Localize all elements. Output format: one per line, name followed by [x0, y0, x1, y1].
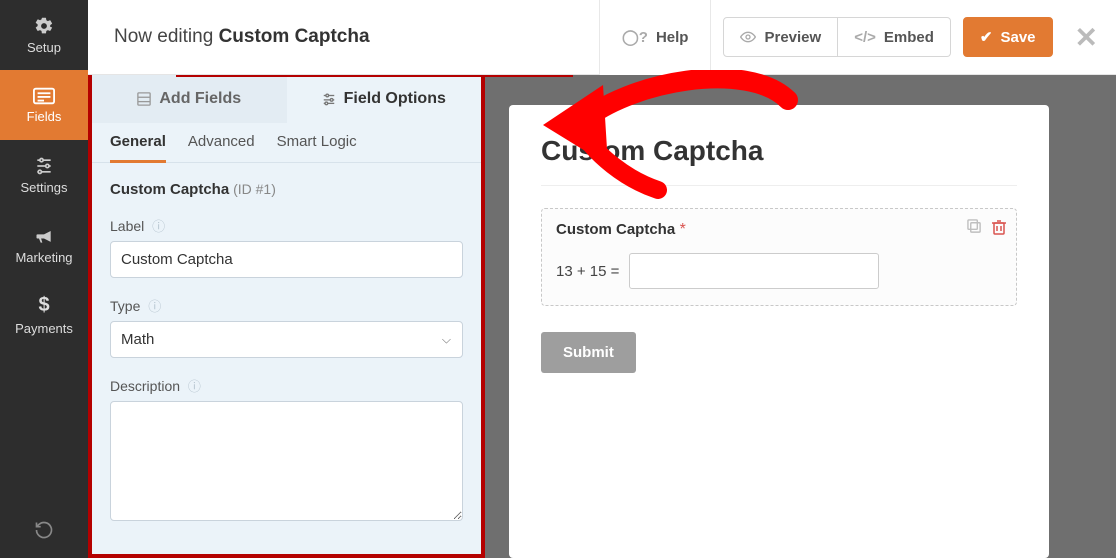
- form-name: Custom Captcha: [219, 26, 370, 47]
- nav-settings[interactable]: Settings: [0, 140, 88, 210]
- subtab-smart-logic[interactable]: Smart Logic: [277, 133, 357, 162]
- form-preview: Custom Captcha Custom Captcha: [509, 105, 1049, 558]
- gear-icon: [34, 16, 54, 36]
- left-nav: Setup Fields Settings Marketing $ Paymen…: [0, 0, 88, 558]
- nav-label: Fields: [27, 109, 62, 124]
- math-row: 13 + 15 =: [556, 253, 1002, 289]
- caption-text: Description: [110, 378, 180, 394]
- field-title-row: Custom Captcha *: [556, 221, 1002, 239]
- history-button[interactable]: [0, 502, 88, 558]
- caption-text: Label: [110, 218, 144, 234]
- type-row: Type ⓘ Math ⌵: [110, 296, 463, 358]
- preview-embed-group: Preview </> Embed: [723, 17, 950, 57]
- help-tooltip-icon[interactable]: ⓘ: [152, 219, 165, 234]
- embed-button[interactable]: </> Embed: [838, 17, 951, 57]
- button-label: Help: [656, 29, 689, 46]
- save-button[interactable]: ✔ Save: [963, 17, 1053, 57]
- nav-label: Settings: [21, 180, 68, 195]
- nav-fields[interactable]: Fields: [0, 70, 88, 140]
- preview-button[interactable]: Preview: [723, 17, 838, 57]
- description-row: Description ⓘ: [110, 376, 463, 524]
- eye-icon: [740, 31, 756, 43]
- button-label: Preview: [764, 29, 821, 46]
- type-caption: Type ⓘ: [110, 296, 463, 315]
- help-tooltip-icon[interactable]: ⓘ: [148, 299, 161, 314]
- sub-tabs: General Advanced Smart Logic: [92, 123, 481, 163]
- nav-label: Setup: [27, 40, 61, 55]
- field-options-panel: Add Fields Field Options General Advance…: [88, 75, 485, 558]
- math-answer-input[interactable]: [629, 253, 879, 289]
- sliders-icon: [322, 92, 336, 106]
- nav-payments[interactable]: $ Payments: [0, 280, 88, 350]
- grid-icon: [137, 92, 151, 106]
- subtab-general[interactable]: General: [110, 133, 166, 163]
- field-id: (ID #1): [233, 181, 276, 197]
- tab-label: Field Options: [344, 90, 446, 108]
- top-bar: Now editing Custom Captcha ◯? Help Previ…: [88, 0, 1116, 75]
- trash-icon[interactable]: [992, 219, 1006, 235]
- duplicate-icon[interactable]: [967, 219, 982, 235]
- label-input[interactable]: [110, 241, 463, 278]
- captcha-field-block[interactable]: Custom Captcha * 13 + 15 =: [541, 208, 1017, 306]
- label-caption: Label ⓘ: [110, 216, 463, 235]
- title-prefix: Now editing: [114, 26, 213, 47]
- code-icon: </>: [854, 29, 876, 46]
- label-row: Label ⓘ: [110, 216, 463, 278]
- tab-label: Add Fields: [159, 90, 241, 108]
- field-title: Custom Captcha: [556, 221, 675, 238]
- history-icon: [34, 520, 54, 540]
- help-tooltip-icon[interactable]: ⓘ: [188, 379, 201, 394]
- nav-bottom: [0, 502, 88, 558]
- panel-tabs: Add Fields Field Options: [92, 75, 481, 123]
- submit-button[interactable]: Submit: [541, 332, 636, 373]
- field-name: Custom Captcha: [110, 181, 229, 198]
- field-actions: [967, 219, 1006, 235]
- help-button[interactable]: ◯? Help: [599, 0, 711, 75]
- type-select[interactable]: Math: [110, 321, 463, 358]
- question-icon: ◯?: [622, 28, 648, 46]
- nav-label: Marketing: [15, 250, 72, 265]
- check-icon: ✔: [980, 28, 993, 46]
- subtab-advanced[interactable]: Advanced: [188, 133, 255, 162]
- bullhorn-icon: [34, 226, 54, 246]
- close-icon: ✕: [1075, 22, 1098, 53]
- form-canvas: Custom Captcha Custom Captcha: [485, 75, 1116, 558]
- required-star: *: [680, 221, 686, 238]
- dollar-icon: $: [38, 294, 49, 317]
- nav-marketing[interactable]: Marketing: [0, 210, 88, 280]
- list-icon: [33, 87, 55, 105]
- sliders-icon: [34, 156, 54, 176]
- page-title: Now editing Custom Captcha: [114, 26, 370, 48]
- field-heading: Custom Captcha (ID #1): [110, 181, 463, 198]
- form-preview-title: Custom Captcha: [541, 135, 1017, 186]
- tab-add-fields[interactable]: Add Fields: [92, 75, 287, 123]
- math-question: 13 + 15 =: [556, 263, 619, 280]
- panel-body: Custom Captcha (ID #1) Label ⓘ Type: [92, 163, 481, 542]
- description-textarea[interactable]: [110, 401, 463, 521]
- nav-label: Payments: [15, 321, 73, 336]
- button-label: Embed: [884, 29, 934, 46]
- nav-setup[interactable]: Setup: [0, 0, 88, 70]
- caption-text: Type: [110, 298, 140, 314]
- description-caption: Description ⓘ: [110, 376, 463, 395]
- close-button[interactable]: ✕: [1075, 21, 1098, 54]
- button-label: Save: [1000, 29, 1035, 46]
- tab-field-options[interactable]: Field Options: [287, 75, 482, 123]
